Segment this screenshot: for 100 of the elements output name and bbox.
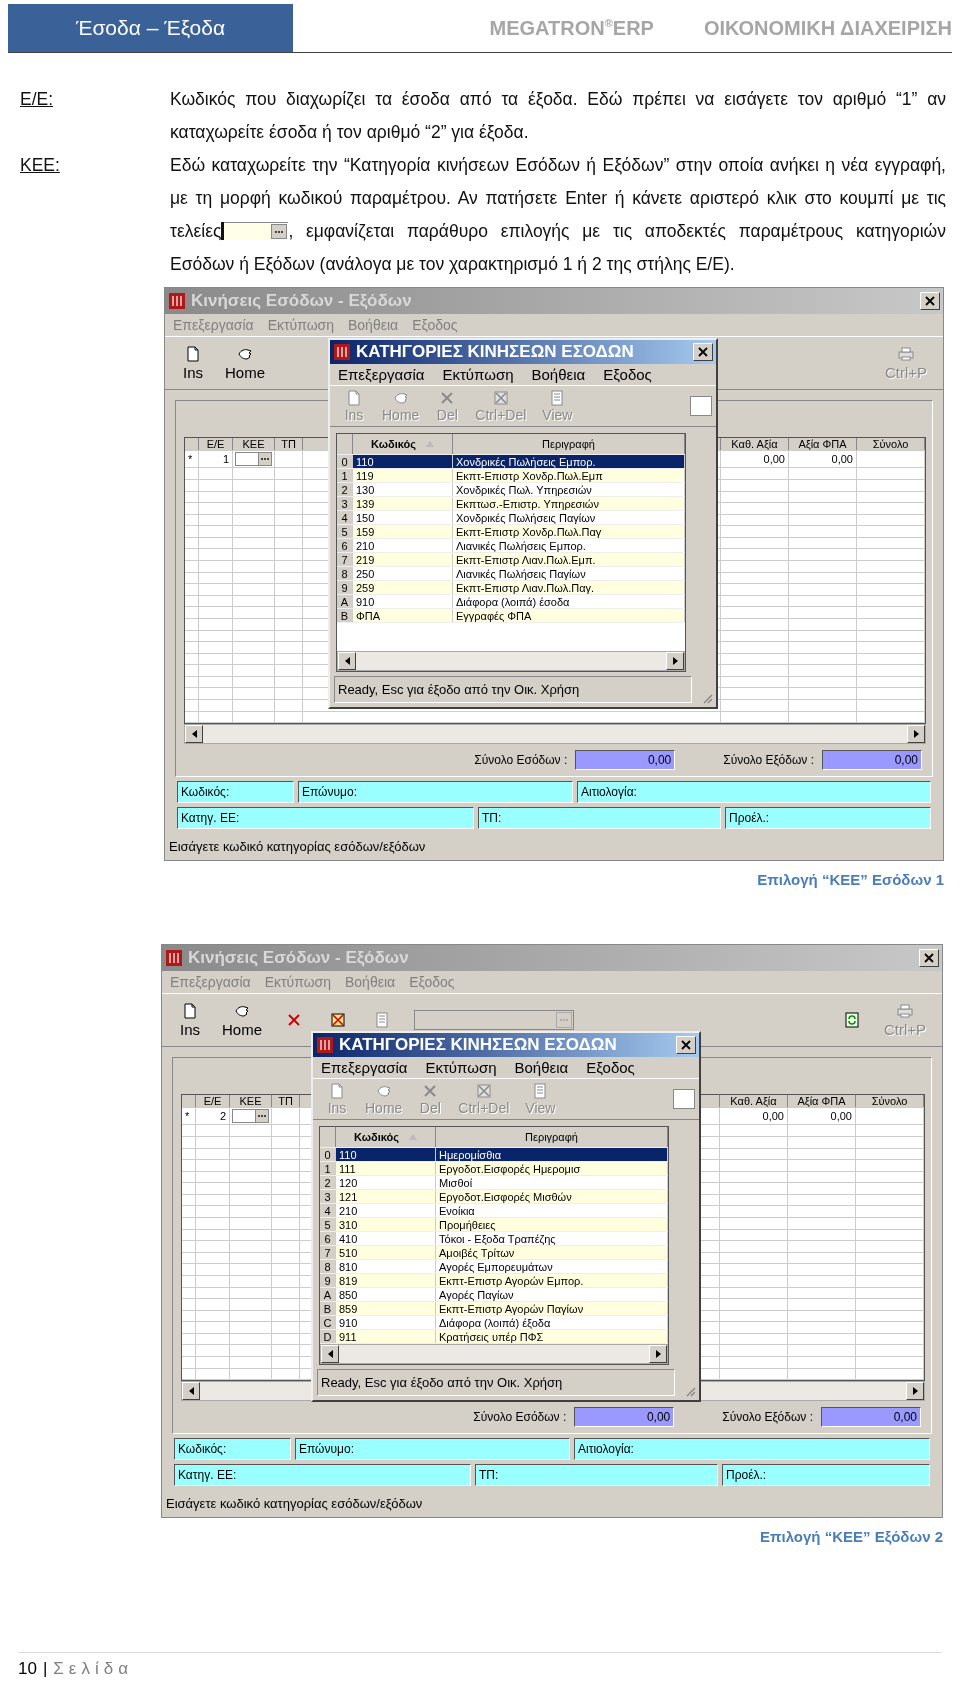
row-header: 1 — [320, 1162, 336, 1175]
table-cell: Εκπτ-Επιστρ Αγορών Εμπορ. — [436, 1274, 668, 1287]
table-cell: 259 — [353, 581, 453, 594]
table-cell: 510 — [336, 1246, 436, 1259]
row-header: 7 — [320, 1246, 336, 1259]
table-cell: 219 — [353, 553, 453, 566]
table-cell: Εκπτ-Επιστρ Χονδρ.Πωλ.Παγ — [453, 525, 685, 538]
table-cell: Αμοιβές Τρίτων — [436, 1246, 668, 1259]
table-cell: Εκπτ-Επιστρ Αγορών Παγίων — [436, 1302, 668, 1315]
status-text: Εισάγετε κωδικό κατηγορίας εσόδων/εξόδων — [168, 838, 427, 856]
row-header: 5 — [320, 1218, 336, 1231]
table-cell: Προμήθειες — [436, 1218, 668, 1231]
table-cell: Εκπτ-Επιστρ Λιαν.Πωλ.Παγ. — [453, 581, 685, 594]
status-text: Ready, Esc για έξοδο από την Οικ. Χρήση — [334, 676, 692, 703]
page-number: 10 — [18, 1659, 37, 1679]
total-field: 0,00 — [822, 750, 922, 770]
table-cell: 0,00 — [789, 451, 857, 468]
table-cell: 139 — [353, 497, 453, 510]
total-field: 0,00 — [574, 1407, 675, 1427]
row-header: 9 — [337, 581, 353, 594]
window-title: Κινήσεις Εσόδων - Εξόδων — [191, 291, 412, 311]
page-label: Σελίδα — [53, 1659, 133, 1679]
info-field: Προέλ.: — [725, 807, 931, 829]
info-field: Κωδικός: — [174, 1438, 291, 1460]
status-text: Ready, Esc για έξοδο από την Οικ. Χρήση — [317, 1369, 675, 1396]
table-cell: Χονδρικές Πωλ. Υπηρεσιών — [453, 483, 685, 496]
table-cell: 110 — [336, 1148, 436, 1161]
info-field: Αιτιολογία: — [577, 781, 931, 803]
table-cell: Λιανικές Πωλήσεις Εμπορ. — [453, 539, 685, 552]
table-cell: Εργοδοτ.Εισφορές Ημερομισ — [436, 1162, 668, 1175]
window-title: ΚΑΤΗΓΟΡΙΕΣ ΚΙΝΗΣΕΩΝ ΕΣΟΔΩΝ — [339, 1035, 617, 1055]
info-field: ΤΠ: — [475, 1464, 718, 1486]
table-cell: 121 — [336, 1190, 436, 1203]
row-header: A — [337, 595, 353, 608]
table-cell: Εργοδοτ.Εισφορές Μισθών — [436, 1190, 668, 1203]
table-cell: 1 — [199, 451, 233, 468]
table-cell: 0,00 — [721, 451, 789, 468]
info-field: ΤΠ: — [478, 807, 721, 829]
total-label: Σύνολο Εσόδων : — [473, 1410, 567, 1424]
table-cell: Λιανικές Πωλήσεις Παγίων — [453, 567, 685, 580]
table-cell: 2 — [196, 1108, 230, 1125]
total-label: Σύνολο Εσόδων : — [474, 753, 568, 767]
row-header: A — [320, 1288, 336, 1301]
table-cell: 0,00 — [720, 1108, 788, 1125]
info-field: Κωδικός: — [177, 781, 294, 803]
table-cell: 250 — [353, 567, 453, 580]
module-title: ΟΙΚΟΝΟΜΙΚΗ ΔΙΑΧΕΙΡΙΣΗ — [703, 16, 952, 40]
window-title: Κινήσεις Εσόδων - Εξόδων — [188, 948, 409, 968]
row-header: 3 — [337, 497, 353, 510]
definition-text: Κωδικός που διαχωρίζει τα έσοδα από τα έξοδα. Εδώ πρέπει να εισάγετε τον αριθμό “1” αν καταχωρείτε έσοδα ή τον αριθμό “2” για έξοδα. — [170, 88, 946, 144]
table-cell: 310 — [336, 1218, 436, 1231]
table-cell: 0,00 — [788, 1108, 856, 1125]
table-cell: 819 — [336, 1274, 436, 1287]
row-header: 5 — [337, 525, 353, 538]
table-cell: Αγορές Παγίων — [436, 1288, 668, 1301]
figure-caption: Επιλογή “ΚΕΕ” Εξόδων 2 — [759, 1528, 943, 1545]
definition-term: ΚΕΕ: — [20, 154, 60, 177]
definition-term: Ε/Ε: — [20, 88, 54, 111]
figure-caption: Επιλογή “ΚΕΕ” Εσόδων 1 — [756, 871, 944, 888]
table-cell: 130 — [353, 483, 453, 496]
info-field: Αιτιολογία: — [574, 1438, 930, 1460]
row-header: B — [320, 1302, 336, 1315]
separator-text: | — [42, 1659, 48, 1679]
row-header: 1 — [337, 469, 353, 482]
table-cell: Εκπτ-Επιστρ Χονδρ.Πωλ.Εμπ — [453, 469, 685, 482]
row-header: 6 — [320, 1232, 336, 1245]
row-header: 2 — [320, 1176, 336, 1189]
definition-text: Εδώ καταχωρείτε την “Κατηγορία κινήσεων Εσόδων ή Εξόδων” στην οποία ανήκει η νέα εγγραφή, με τη μορφή κωδικού παραμέτρου. Αν πατήσετε Enter ή κάνετε αριστερό κλικ στο κουμπί με τις τελείες , εμφανίζεται παράθυρο επιλογής με τις αποδεκτές παραμέτρους κατηγοριών Εσόδων ή Εξόδων (ανάλογα με τον χαρακτηρισμό 1 ή 2 της στήλης Ε/Ε). — [170, 154, 946, 276]
table-cell: 910 — [353, 595, 453, 608]
status-text: Εισάγετε κωδικό κατηγορίας εσόδων/εξόδων — [165, 1495, 424, 1513]
total-label: Σύνολο Εξόδων : — [722, 1410, 813, 1424]
total-label: Σύνολο Εξόδων : — [723, 753, 814, 767]
table-cell: 850 — [336, 1288, 436, 1301]
table-cell: Εκπτ-Επιστρ Λιαν.Πωλ.Εμπ. — [453, 553, 685, 566]
table-cell: 110 — [353, 455, 453, 468]
table-cell: 410 — [336, 1232, 436, 1245]
table-cell: Μισθοί — [436, 1176, 668, 1189]
total-field: 0,00 — [575, 750, 676, 770]
row-header: 8 — [337, 567, 353, 580]
table-cell: Τόκοι - Εξοδα Τραπέζης — [436, 1232, 668, 1245]
window-title: ΚΑΤΗΓΟΡΙΕΣ ΚΙΝΗΣΕΩΝ ΕΣΟΔΩΝ — [356, 342, 634, 362]
table-cell: 910 — [336, 1316, 436, 1329]
info-field: Κατηγ. ΕΕ: — [177, 807, 474, 829]
table-cell: Χονδρικές Πωλήσεις Εμπορ. — [453, 455, 685, 468]
table-cell: Εκπτωσ.-Επιστρ. Υπηρεσιών — [453, 497, 685, 510]
row-header: 4 — [320, 1204, 336, 1217]
info-field: Κατηγ. ΕΕ: — [174, 1464, 471, 1486]
row-header: B — [337, 609, 353, 622]
row-header: 6 — [337, 539, 353, 552]
row-header: 0 — [337, 455, 353, 468]
row-header: 9 — [320, 1274, 336, 1287]
row-header: D — [320, 1330, 336, 1343]
table-cell: 810 — [336, 1260, 436, 1273]
table-cell: 111 — [336, 1162, 436, 1175]
row-header: 0 — [320, 1148, 336, 1161]
table-cell: Ενοίκια — [436, 1204, 668, 1217]
table-cell: Διάφορα (λοιπά) έξοδα — [436, 1316, 668, 1329]
product-name: MEGATRON$^{®}$ERP — [489, 16, 654, 40]
table-cell: 911 — [336, 1330, 436, 1343]
table-cell: 120 — [336, 1176, 436, 1189]
